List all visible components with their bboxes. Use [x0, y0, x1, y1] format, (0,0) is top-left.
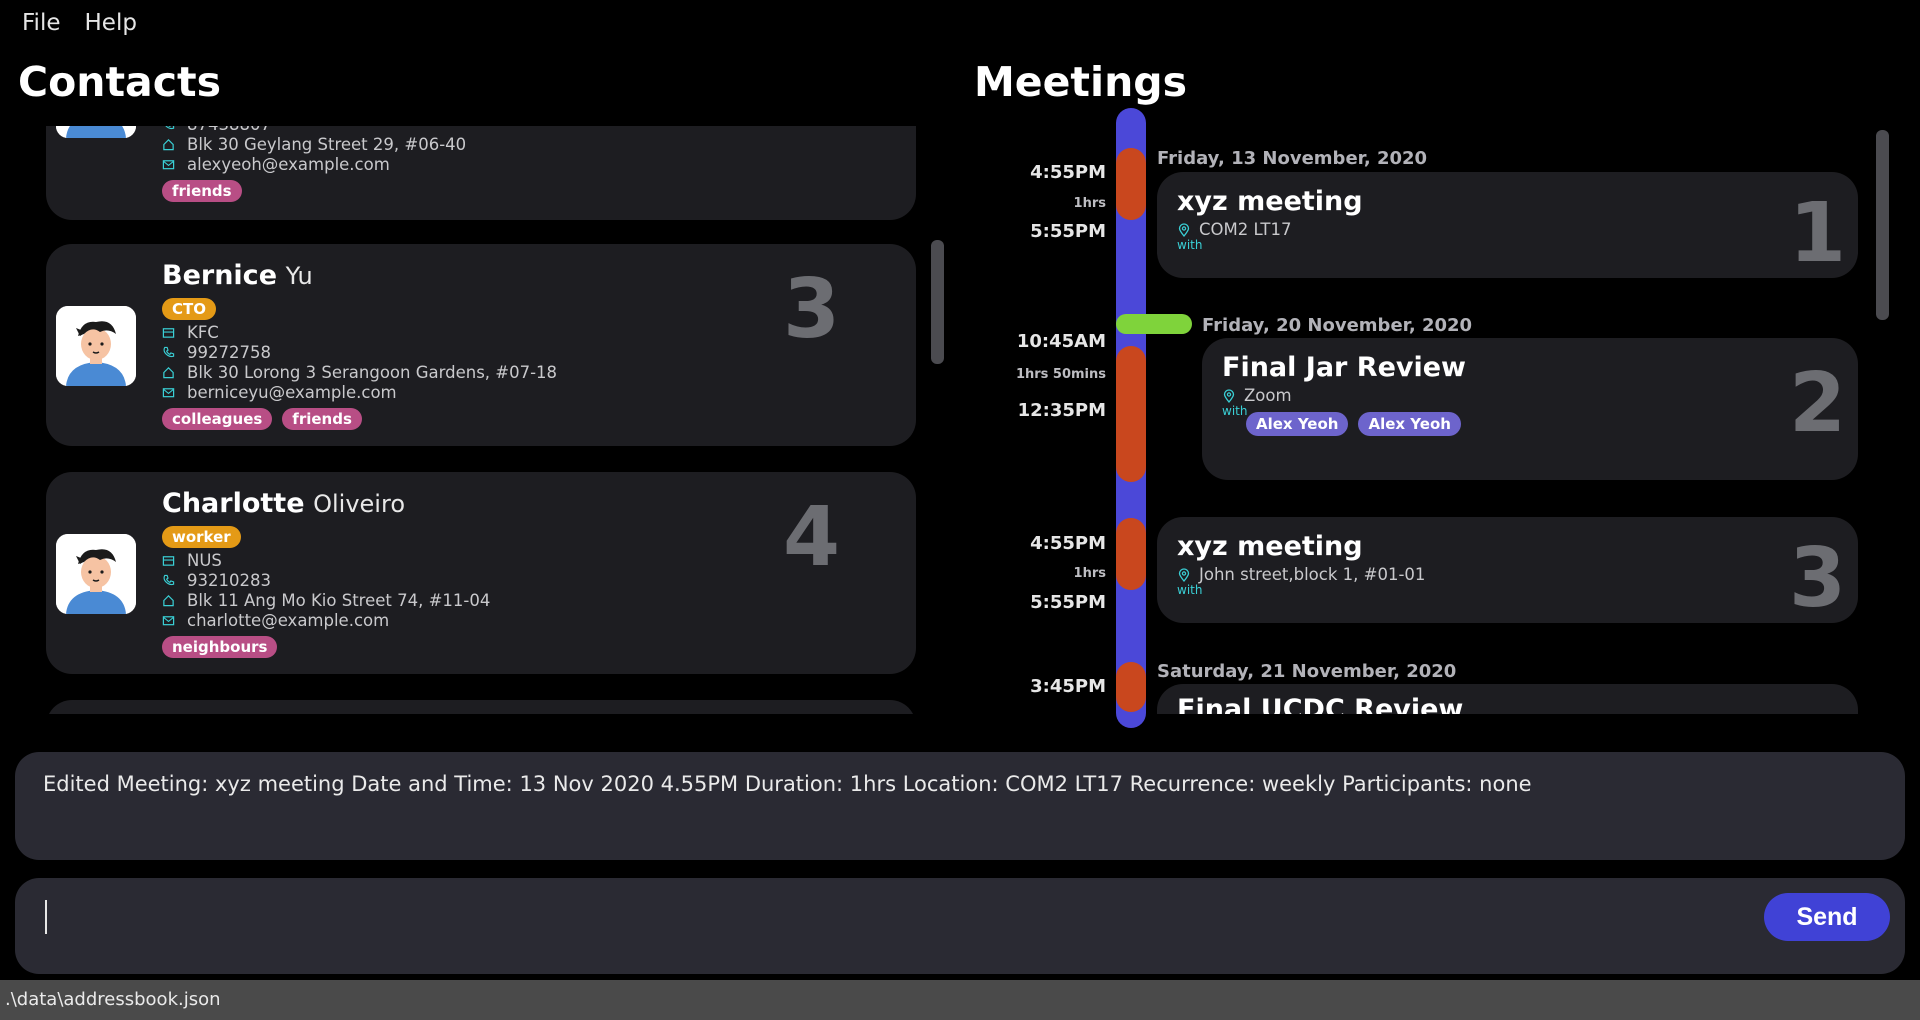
tag: friends [282, 408, 362, 430]
meetings-list[interactable]: xyz meeting COM2 LT17 with 1 Final Jar R… [1100, 128, 1890, 714]
command-box: Send [15, 878, 1905, 974]
meeting-start-time: 10:45AM [1016, 331, 1106, 352]
meeting-card[interactable]: Final UCDC Review [1157, 684, 1858, 714]
phone-icon [162, 346, 180, 359]
meeting-with-label: with [1177, 583, 1203, 597]
building-icon [162, 554, 180, 567]
meeting-title: xyz meeting [1177, 531, 1363, 562]
menu-help[interactable]: Help [85, 10, 137, 36]
meeting-with-label: with [1177, 238, 1203, 252]
tag: friends [162, 180, 242, 202]
tag: neighbours [162, 636, 278, 658]
meeting-duration: 1hrs 50mins [1015, 367, 1106, 382]
contact-tags: friends [162, 180, 242, 202]
contact-card[interactable]: 87438807 Blk 30 Geylang Street 29, #06-4… [46, 126, 916, 220]
tag: colleagues [162, 408, 273, 430]
avatar [56, 534, 136, 614]
meeting-title: Final Jar Review [1222, 352, 1466, 383]
meeting-location: John street,block 1, #01-01 [1177, 565, 1425, 584]
meeting-location: Zoom [1222, 386, 1292, 405]
mail-icon [162, 614, 180, 627]
meeting-card[interactable]: Final Jar Review Zoom with Alex Yeoh Ale… [1202, 338, 1858, 480]
meetings-title: Meetings [974, 58, 1188, 106]
location-pin-icon [1177, 568, 1199, 582]
contacts-title: Contacts [18, 58, 222, 106]
send-button[interactable]: Send [1764, 893, 1890, 941]
meeting-start-time: 3:45PM [1030, 676, 1106, 697]
contacts-scrollbar[interactable] [931, 240, 944, 364]
contact-email: alexyeoh@example.com [162, 154, 390, 174]
contact-card[interactable] [46, 700, 916, 714]
contact-name: Charlotte Oliveiro [162, 488, 405, 519]
contact-address: Blk 30 Lorong 3 Serangoon Gardens, #07-1… [162, 362, 557, 382]
contact-name: Bernice Yu [162, 260, 313, 291]
meeting-with-label: with [1222, 404, 1248, 418]
location-pin-icon [1222, 389, 1244, 403]
menu-file[interactable]: File [22, 10, 61, 36]
role-badge: CTO [162, 298, 216, 320]
contact-phone: 87438807 [162, 126, 271, 134]
phone-icon [162, 574, 180, 587]
contact-index: 3 [782, 262, 840, 357]
meeting-end-time: 5:55PM [1030, 221, 1106, 242]
meeting-participants: Alex Yeoh Alex Yeoh [1246, 412, 1461, 436]
meeting-start-time: 4:55PM [1030, 533, 1106, 554]
contact-address: Blk 11 Ang Mo Kio Street 74, #11-04 [162, 590, 490, 610]
meeting-index: 2 [1788, 356, 1846, 451]
meeting-card[interactable]: xyz meeting John street,block 1, #01-01 … [1157, 517, 1858, 626]
contact-address: Blk 30 Geylang Street 29, #06-40 [162, 134, 466, 154]
contact-card[interactable]: Charlotte Oliveiro 4 worker NUS 93210283… [46, 472, 916, 674]
meeting-end-time: 5:55PM [1030, 592, 1106, 613]
contact-phone: 99272758 [162, 342, 271, 362]
meeting-index: 1 [1788, 186, 1846, 281]
home-icon [162, 366, 180, 379]
avatar [56, 126, 136, 138]
building-icon [162, 326, 180, 339]
contact-email: berniceyu@example.com [162, 382, 397, 402]
meeting-title: Final UCDC Review [1177, 694, 1464, 714]
contact-tags: colleagues friends [162, 408, 362, 430]
contact-card[interactable]: Bernice Yu 3 CTO KFC 99272758 Blk 30 Lor… [46, 244, 916, 446]
home-icon [162, 138, 180, 151]
participant-chip: Alex Yeoh [1358, 412, 1461, 436]
contact-phone: 93210283 [162, 570, 271, 590]
menu-bar: File Help [0, 0, 1920, 46]
result-display: Edited Meeting: xyz meeting Date and Tim… [15, 752, 1905, 860]
contact-index: 4 [782, 490, 840, 585]
status-bar-path: .\data\addressbook.json [0, 980, 1920, 1020]
meeting-title: xyz meeting [1177, 186, 1363, 217]
role-badge: worker [162, 526, 241, 548]
meeting-start-time: 4:55PM [1030, 162, 1106, 183]
contact-tags: neighbours [162, 636, 278, 658]
mail-icon [162, 158, 180, 171]
text-caret [45, 900, 47, 934]
contact-company: NUS [162, 550, 222, 570]
location-pin-icon [1177, 223, 1199, 237]
participant-chip: Alex Yeoh [1246, 412, 1349, 436]
contacts-list[interactable]: 87438807 Blk 30 Geylang Street 29, #06-4… [38, 126, 916, 714]
meeting-end-time: 12:35PM [1017, 400, 1106, 421]
meeting-card[interactable]: xyz meeting COM2 LT17 with 1 [1157, 172, 1858, 281]
contact-company: KFC [162, 322, 219, 342]
mail-icon [162, 386, 180, 399]
contact-email: charlotte@example.com [162, 610, 389, 630]
command-input[interactable] [43, 896, 1743, 956]
avatar [56, 306, 136, 386]
home-icon [162, 594, 180, 607]
phone-icon [162, 126, 180, 131]
meeting-location: COM2 LT17 [1177, 220, 1291, 239]
meetings-scrollbar[interactable] [1876, 130, 1889, 320]
meeting-index: 3 [1788, 531, 1846, 626]
